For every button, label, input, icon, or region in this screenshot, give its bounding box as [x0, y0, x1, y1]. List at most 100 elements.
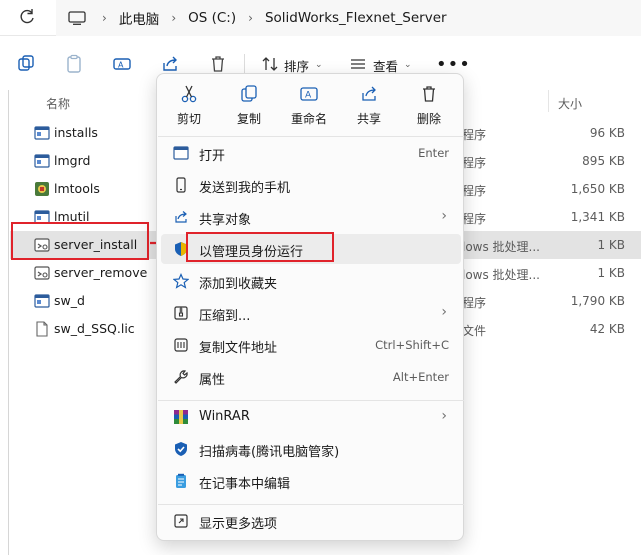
menu-item-share[interactable]: 共享对象 ›	[161, 202, 461, 232]
zip-icon	[173, 305, 189, 321]
share-button[interactable]: 共享	[343, 80, 395, 132]
file-size: 42 KB	[589, 322, 625, 336]
phone-icon	[173, 177, 189, 193]
breadcrumb-item[interactable]: SolidWorks_Flexnet_Server	[265, 10, 447, 26]
chevron-right-icon: ›	[441, 304, 447, 320]
delete-button[interactable]: 删除	[403, 80, 455, 132]
file-type: 程序	[462, 296, 487, 310]
menu-item-label: 属性	[199, 373, 226, 388]
chevron-down-icon: ⌄	[404, 60, 412, 70]
svg-text:A: A	[118, 61, 124, 70]
file-type: 程序	[462, 212, 487, 226]
open-icon	[173, 145, 189, 161]
menu-separator	[158, 136, 464, 137]
view-icon[interactable]	[348, 54, 368, 74]
menu-item-label: 打开	[199, 149, 226, 164]
column-header-size[interactable]: 大小	[558, 95, 582, 112]
file-type: 程序	[462, 156, 487, 170]
file-name: server_remove	[54, 265, 148, 280]
column-header-name[interactable]: 名称	[46, 95, 70, 112]
share-icon	[362, 86, 376, 101]
file-size: 1 KB	[597, 238, 625, 252]
file-type: lows 批处理...	[462, 268, 541, 282]
menu-item-label: 共享对象	[199, 213, 252, 228]
menu-item-wrench[interactable]: 属性 Alt+Enter	[161, 362, 461, 392]
menu-item-phone[interactable]: 发送到我的手机	[161, 170, 461, 200]
menu-item-label: 压缩到...	[199, 309, 251, 324]
file-size: 895 KB	[582, 154, 625, 168]
menu-item-star[interactable]: 添加到收藏夹	[161, 266, 461, 296]
computer-icon	[68, 11, 86, 25]
lmtools-icon	[34, 181, 50, 197]
menu-item-shortcut: Alt+Enter	[392, 370, 449, 384]
breadcrumb[interactable]: › 此电脑 › OS (C:) › SolidWorks_Flexnet_Ser…	[56, 0, 641, 36]
menu-item-winrar[interactable]: WinRAR ›	[161, 402, 461, 432]
chevron-right-icon: ›	[102, 11, 107, 25]
menu-item-label: 显示更多选项	[199, 517, 278, 532]
file-name: lmgrd	[54, 153, 91, 168]
menu-item-open[interactable]: 打开 Enter	[161, 138, 461, 168]
chevron-right-icon: ›	[248, 11, 253, 25]
app-icon	[34, 125, 50, 141]
chevron-down-icon: ⌄	[315, 60, 323, 70]
file-size: 1 KB	[597, 266, 625, 280]
file-size: 1,341 KB	[570, 210, 625, 224]
rename-label: 重命名	[290, 112, 327, 126]
file-name: installs	[54, 125, 98, 140]
highlight-box	[186, 232, 334, 262]
file-type: 文件	[462, 324, 487, 338]
breadcrumb-item[interactable]: OS (C:)	[188, 10, 236, 26]
context-menu: 剪切 复制 A 重命名 共享 删除 打开 Enter 发送到我的手机 共享对象 › 以管理…	[156, 73, 464, 541]
file-size: 1,650 KB	[570, 182, 625, 196]
menu-item-shortcut: Enter	[418, 146, 449, 160]
menu-item-label: 复制文件地址	[199, 341, 278, 356]
highlight-box	[11, 222, 149, 260]
menu-item-shortcut: Ctrl+Shift+C	[375, 338, 449, 352]
rename-button[interactable]: A 重命名	[283, 80, 335, 132]
menu-item-label: 在记事本中编辑	[199, 477, 291, 492]
menu-item-copy-path[interactable]: 复制文件地址 Ctrl+Shift+C	[161, 330, 461, 360]
share-label: 共享	[356, 112, 381, 126]
menu-separator	[158, 504, 464, 505]
notepad-icon	[173, 473, 189, 489]
menu-item-label: 扫描病毒(腾讯电脑管家)	[199, 445, 340, 460]
file-name: sw_d	[54, 293, 85, 308]
app-icon	[34, 293, 50, 309]
menu-item-more-options[interactable]: 显示更多选项	[161, 506, 461, 536]
menu-item-antivirus[interactable]: 扫描病毒(腾讯电脑管家)	[161, 434, 461, 464]
more-options-icon	[173, 513, 189, 529]
chevron-right-icon: ›	[441, 408, 447, 424]
pane-divider	[8, 90, 9, 555]
menu-item-label: WinRAR	[199, 409, 250, 424]
more-icon[interactable]: •••	[436, 54, 471, 75]
breadcrumb-item[interactable]: 此电脑	[119, 8, 160, 28]
paste-icon[interactable]	[64, 54, 84, 74]
copy-path-icon	[173, 337, 189, 353]
menu-item-notepad[interactable]: 在记事本中编辑	[161, 466, 461, 496]
copy-label: 复制	[236, 112, 261, 126]
refresh-icon[interactable]	[16, 6, 38, 28]
trash-icon	[423, 86, 435, 102]
file-name: lmtools	[54, 181, 100, 196]
batch-icon	[34, 265, 50, 281]
file-name: sw_d_SSQ.lic	[54, 321, 135, 336]
file-size: 96 KB	[589, 126, 625, 140]
copy-button[interactable]: 复制	[223, 80, 275, 132]
delete-icon[interactable]	[208, 54, 228, 74]
svg-text:A: A	[305, 91, 312, 101]
file-type: lows 批处理...	[462, 240, 541, 254]
menu-item-zip[interactable]: 压缩到... ›	[161, 298, 461, 328]
menu-item-label: 发送到我的手机	[199, 181, 291, 196]
share-icon[interactable]	[160, 54, 180, 74]
antivirus-icon	[173, 441, 189, 457]
sort-icon[interactable]	[260, 54, 280, 74]
new-copy-icon[interactable]	[16, 54, 36, 74]
rename-icon[interactable]: A	[112, 54, 132, 74]
star-icon	[172, 273, 190, 289]
scissors-icon	[181, 85, 197, 103]
cut-button[interactable]: 剪切	[163, 80, 215, 132]
address-bar: › 此电脑 › OS (C:) › SolidWorks_Flexnet_Ser…	[0, 0, 641, 36]
menu-item-label: 添加到收藏夹	[199, 277, 278, 292]
chevron-right-icon: ›	[441, 208, 447, 224]
menu-separator	[158, 400, 464, 401]
